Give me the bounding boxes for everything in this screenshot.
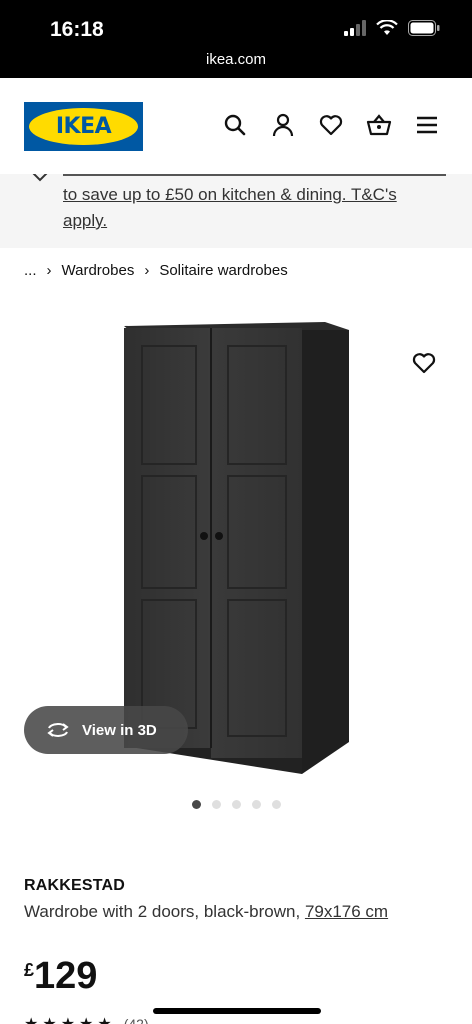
- product-name: RAKKESTAD: [24, 877, 126, 894]
- carousel-dot[interactable]: [272, 800, 281, 809]
- carousel-dots: [192, 800, 281, 809]
- status-bar: 16:18 ikea.com: [0, 0, 472, 78]
- product-description-text: Wardrobe with 2 doors, black-brown,: [24, 902, 305, 921]
- logo-text: IKEA: [55, 114, 112, 139]
- breadcrumb-solitaire-wardrobes[interactable]: Solitaire wardrobes: [159, 262, 287, 279]
- product-price: £ 129: [24, 956, 97, 996]
- chevron-right-icon: ›: [144, 262, 150, 279]
- chevron-right-icon: ›: [46, 262, 52, 279]
- star-icon: ★: [61, 1014, 75, 1024]
- breadcrumb-ellipsis[interactable]: ...: [24, 262, 37, 279]
- url-bar[interactable]: ikea.com: [0, 51, 472, 68]
- product-description: Wardrobe with 2 doors, black-brown, 79x1…: [24, 900, 444, 924]
- view-in-3d-label: View in 3D: [82, 721, 157, 739]
- wifi-icon: [376, 20, 398, 35]
- basket-icon[interactable]: [366, 112, 392, 138]
- carousel-dot[interactable]: [192, 800, 201, 809]
- price-amount: 129: [34, 955, 98, 997]
- promo-banner: to save up to £50 on kitchen & dining. T…: [0, 174, 472, 248]
- star-icon: ★: [24, 1014, 38, 1024]
- heart-icon[interactable]: [318, 112, 344, 138]
- star-icon: ★: [97, 1014, 111, 1024]
- breadcrumb: ... › Wardrobes › Solitaire wardrobes: [24, 262, 288, 279]
- star-icon: ★: [79, 1014, 93, 1024]
- view-in-3d-button[interactable]: View in 3D: [24, 706, 188, 754]
- site-header: IKEA: [0, 78, 472, 174]
- promo-link[interactable]: to save up to £50 on kitchen & dining. T…: [63, 182, 443, 234]
- star-icon: ★: [42, 1014, 56, 1024]
- product-rating[interactable]: ★ ★ ★ ★ ★ (42): [24, 1014, 149, 1024]
- promo-cut-line: [63, 174, 446, 176]
- signal-icon: [344, 20, 366, 36]
- rotate-3d-icon: [47, 723, 69, 737]
- carousel-dot[interactable]: [212, 800, 221, 809]
- ikea-logo[interactable]: IKEA: [24, 102, 143, 151]
- breadcrumb-wardrobes[interactable]: Wardrobes: [62, 262, 135, 279]
- status-icons: [344, 20, 440, 36]
- battery-icon: [408, 20, 440, 36]
- carousel-dot[interactable]: [252, 800, 261, 809]
- header-icons: [222, 112, 440, 138]
- product-size-link[interactable]: 79x176 cm: [305, 902, 388, 921]
- status-time: 16:18: [50, 18, 104, 41]
- carousel-dot[interactable]: [232, 800, 241, 809]
- search-icon[interactable]: [222, 112, 248, 138]
- price-currency: £: [24, 960, 35, 980]
- rating-count: (42): [123, 1016, 149, 1024]
- home-indicator: [153, 1008, 321, 1014]
- account-icon[interactable]: [270, 112, 296, 138]
- menu-icon[interactable]: [414, 112, 440, 138]
- wishlist-heart-icon[interactable]: [411, 350, 437, 376]
- chevron-down-icon[interactable]: [30, 174, 50, 188]
